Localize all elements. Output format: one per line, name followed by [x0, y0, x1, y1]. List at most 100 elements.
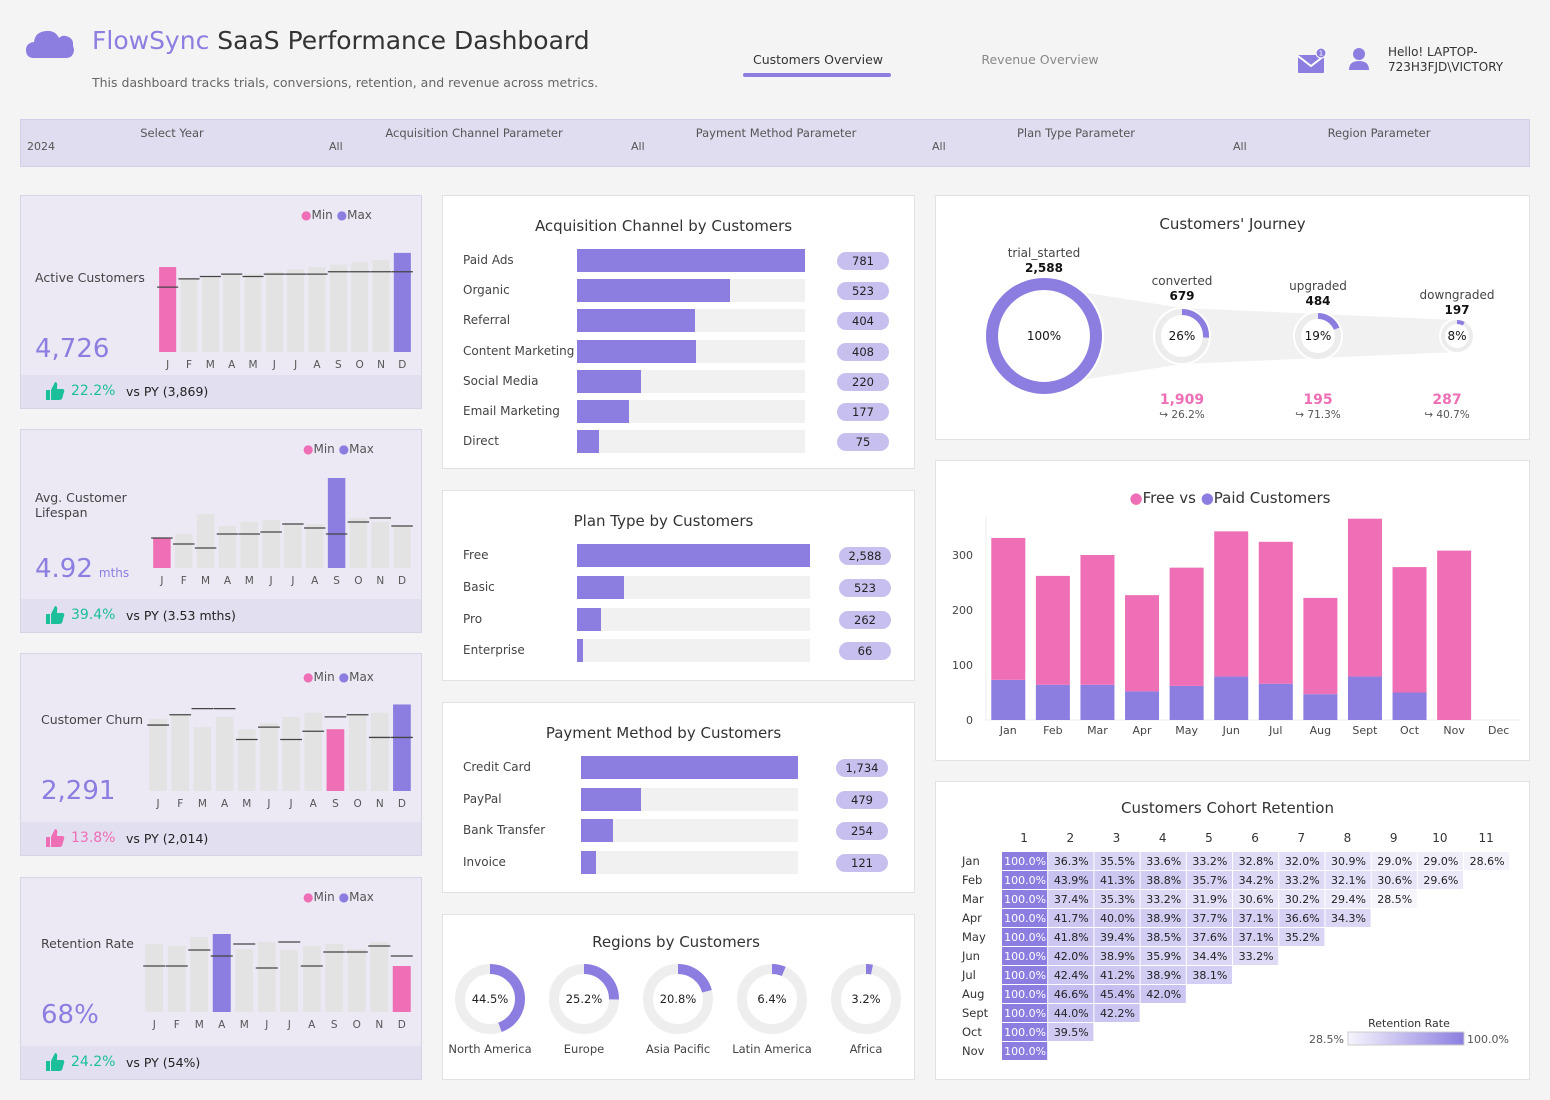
month-bar[interactable] [351, 262, 369, 352]
month-bar[interactable] [193, 727, 212, 791]
bar-fill[interactable] [577, 249, 805, 272]
month-bar[interactable] [349, 518, 368, 568]
paid-bar[interactable] [1392, 692, 1427, 721]
month-bar[interactable] [218, 526, 237, 568]
month-bar[interactable] [260, 723, 278, 791]
free-bar[interactable] [1214, 531, 1249, 677]
month-bar[interactable] [280, 950, 299, 1012]
month-bar[interactable] [393, 704, 411, 791]
month-bar[interactable] [372, 259, 390, 352]
month-bar[interactable] [180, 278, 198, 352]
month-bar[interactable] [370, 712, 389, 791]
paid-bar[interactable] [1125, 691, 1160, 720]
bar-fill[interactable] [577, 400, 629, 423]
month-bar[interactable] [235, 949, 254, 1012]
bar-fill[interactable] [577, 339, 697, 363]
x-tick-label: Mar [1087, 724, 1108, 737]
month-bar[interactable] [393, 252, 411, 352]
filter-region-select[interactable]: All [1233, 140, 1247, 153]
month-bar[interactable] [171, 714, 190, 791]
month-bar[interactable] [196, 514, 215, 568]
bar-fill[interactable] [581, 787, 641, 811]
paid-bar[interactable] [1347, 676, 1382, 720]
paid-bar[interactable] [1080, 684, 1115, 720]
month-bar[interactable] [347, 949, 366, 1012]
mail-icon[interactable]: 1 [1296, 47, 1328, 75]
free-bar[interactable] [1125, 595, 1160, 692]
free-bar[interactable] [1303, 597, 1338, 695]
filter-plan-select[interactable]: All [932, 140, 946, 153]
month-bar[interactable] [201, 276, 219, 352]
month-bar[interactable] [153, 538, 171, 568]
month-bar[interactable] [175, 534, 193, 568]
month-bar[interactable] [212, 934, 231, 1012]
month-bar[interactable] [284, 524, 302, 568]
bar-fill[interactable] [577, 309, 695, 333]
month-bar[interactable] [190, 937, 209, 1012]
cohort-cell-value: 29.6% [1423, 874, 1458, 887]
bar-fill[interactable] [577, 575, 625, 599]
bar-fill[interactable] [577, 369, 642, 393]
paid-bar[interactable] [1214, 676, 1249, 720]
month-bar[interactable] [149, 718, 167, 791]
bar-fill[interactable] [581, 756, 798, 779]
regions-donuts: 44.5% North America 25.2% Europe 20.8% Asia P… [448, 964, 901, 1056]
paid-bar[interactable] [1035, 684, 1070, 720]
tab-customers-overview[interactable]: Customers Overview [743, 52, 893, 67]
month-bar[interactable] [327, 478, 346, 568]
month-bar[interactable] [167, 946, 186, 1012]
month-bar[interactable] [370, 942, 389, 1012]
month-label: A [228, 359, 236, 371]
x-tick-label: Aug [1310, 724, 1331, 737]
filter-year-select[interactable]: 2024 [27, 140, 55, 153]
free-bar[interactable] [1169, 567, 1204, 686]
paid-bar[interactable] [1258, 683, 1293, 720]
month-bar[interactable] [325, 944, 344, 1012]
user-icon[interactable] [1348, 47, 1370, 71]
bar-fill[interactable] [581, 850, 597, 874]
month-bar[interactable] [326, 729, 345, 791]
bar-fill[interactable] [581, 819, 613, 842]
free-bar[interactable] [1080, 555, 1115, 685]
month-bar[interactable] [223, 274, 241, 352]
tab-revenue-overview[interactable]: Revenue Overview [965, 52, 1115, 67]
paid-bar[interactable] [1303, 694, 1338, 720]
month-bar[interactable] [244, 274, 262, 352]
paid-bar[interactable] [1169, 685, 1204, 720]
filter-payment-select[interactable]: All [631, 140, 645, 153]
month-bar[interactable] [145, 944, 164, 1012]
month-bar[interactable] [393, 526, 411, 568]
month-bar[interactable] [215, 716, 234, 791]
month-bar[interactable] [308, 267, 326, 352]
month-bar[interactable] [329, 264, 347, 352]
bar-fill[interactable] [577, 639, 583, 663]
bar-fill[interactable] [577, 607, 601, 631]
month-bar[interactable] [282, 716, 300, 791]
month-bar[interactable] [265, 271, 283, 352]
free-bar[interactable] [1258, 541, 1293, 684]
month-label: F [174, 1019, 180, 1031]
bar-fill[interactable] [577, 430, 599, 454]
free-vs-paid-chart: 0 100 200 300 Jan Feb Mar Apr May Jun Jul Aug Sept Oc… [952, 516, 1521, 737]
month-bar[interactable] [287, 269, 305, 352]
month-bar[interactable] [237, 729, 256, 791]
paid-bar[interactable] [991, 679, 1026, 720]
month-bar[interactable] [257, 942, 276, 1012]
month-bar[interactable] [240, 522, 258, 568]
free-bar[interactable] [1035, 575, 1070, 685]
bar-fill[interactable] [577, 544, 810, 567]
month-bar[interactable] [304, 712, 323, 791]
month-bar[interactable] [392, 966, 411, 1012]
filter-channel-select[interactable]: All [329, 140, 343, 153]
free-bar[interactable] [1347, 518, 1382, 677]
month-bar[interactable] [302, 946, 321, 1012]
month-bar[interactable] [159, 267, 177, 352]
free-bar[interactable] [1437, 550, 1472, 720]
month-bar[interactable] [262, 520, 280, 568]
free-bar[interactable] [1392, 567, 1427, 693]
free-bar[interactable] [991, 537, 1026, 680]
month-bar[interactable] [371, 522, 389, 568]
bar-fill[interactable] [577, 279, 730, 303]
month-bar[interactable] [348, 714, 367, 791]
month-bar[interactable] [306, 524, 324, 568]
